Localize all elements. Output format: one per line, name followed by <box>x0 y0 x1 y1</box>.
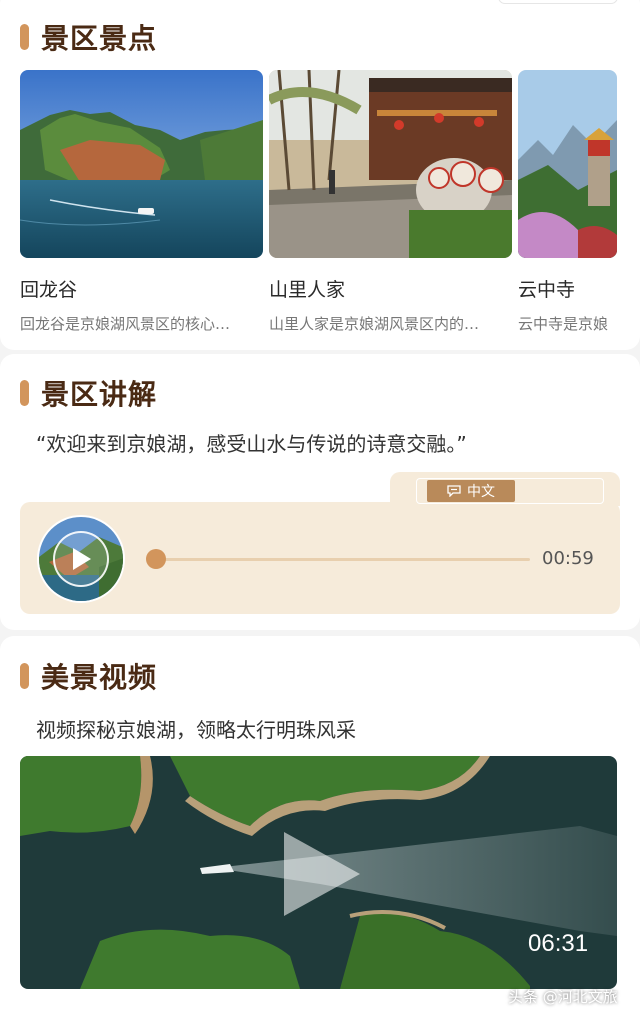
spot-name: 回龙谷 <box>20 279 78 301</box>
spot-image-yunzhongsi <box>518 70 617 258</box>
language-label: 中文 <box>467 484 495 500</box>
audio-play-button[interactable] <box>53 531 109 587</box>
spot-image-huilonggu <box>20 70 263 258</box>
spot-card-huilonggu[interactable]: 回龙谷 回龙谷是京娘湖风景区的核心… <box>20 70 263 334</box>
spot-description: 云中寺是京娘 <box>518 315 609 333</box>
audio-duration: 00:59 <box>542 548 594 569</box>
play-icon <box>73 548 91 570</box>
video-subtitle: 视频探秘京娘湖，领略太行明珠风采 <box>36 718 356 742</box>
section-accent-bar <box>20 24 29 50</box>
spot-image-shanlirenjia <box>269 70 512 258</box>
spots-section-header: 景区景点 <box>20 19 157 55</box>
audio-progress-handle[interactable] <box>146 549 166 569</box>
watermark: 头条 @河北文旅 <box>508 988 618 1006</box>
language-button-chinese[interactable]: 中文 <box>427 480 515 502</box>
video-section-header: 美景视频 <box>20 658 157 694</box>
video-section-title: 美景视频 <box>41 661 158 694</box>
video-duration: 06:31 <box>528 930 589 957</box>
audio-section-header: 景区讲解 <box>20 375 157 411</box>
spot-card-yunzhongsi[interactable]: 云中寺 云中寺是京娘 <box>518 70 617 334</box>
spot-description: 山里人家是京娘湖风景区内的… <box>269 315 480 333</box>
top-pill-edge <box>498 0 618 4</box>
section-accent-bar <box>20 663 29 689</box>
section-accent-bar <box>20 380 29 406</box>
spots-section-title: 景区景点 <box>41 22 158 55</box>
spot-card-shanlirenjia[interactable]: 山里人家 山里人家是京娘湖风景区内的… <box>269 70 512 334</box>
video-play-button[interactable] <box>282 830 362 918</box>
audio-section-title: 景区讲解 <box>41 378 158 411</box>
spot-description: 回龙谷是京娘湖风景区的核心… <box>20 315 231 333</box>
audio-progress-track[interactable] <box>156 558 530 561</box>
spot-name: 云中寺 <box>518 279 576 301</box>
play-icon <box>284 832 360 916</box>
spot-name: 山里人家 <box>269 279 346 301</box>
speech-bubble-icon <box>447 485 461 497</box>
audio-quote: “欢迎来到京娘湖，感受山水与传说的诗意交融。” <box>36 432 467 456</box>
